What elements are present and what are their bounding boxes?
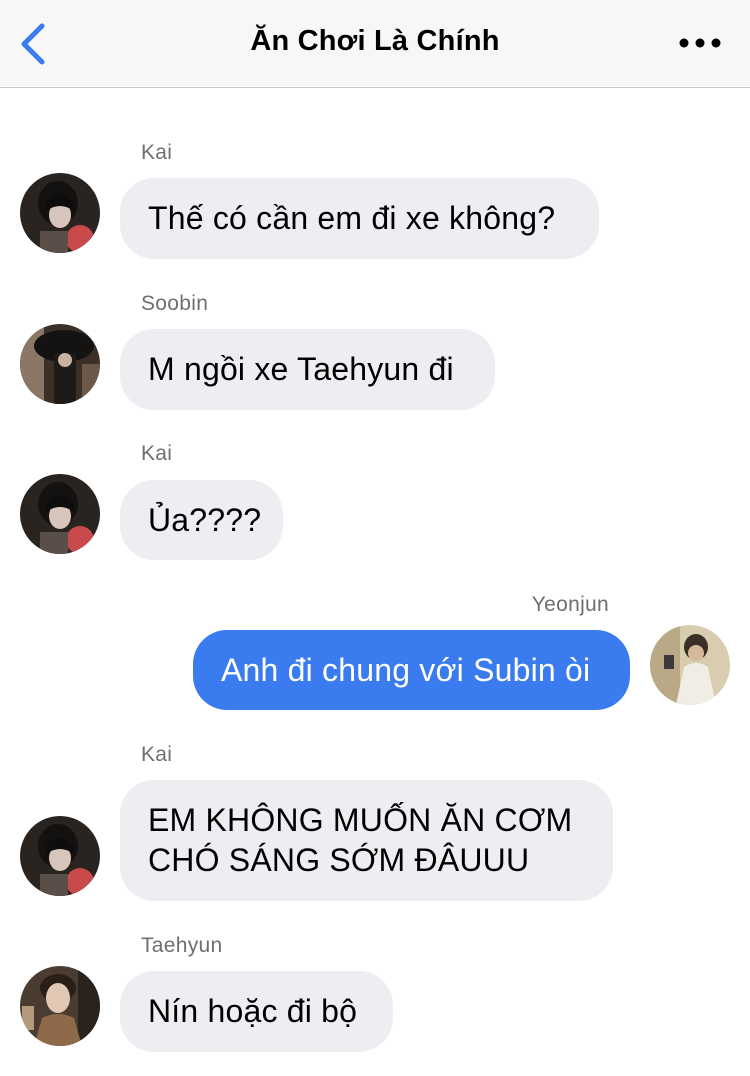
message-text: Anh đi chung với Subin òi (221, 652, 591, 688)
avatar-yeonjun[interactable] (650, 625, 730, 705)
message-text-line: EM KHÔNG MUỐN ĂN CƠM (148, 802, 573, 838)
message-bubble[interactable]: EM KHÔNG MUỐN ĂN CƠM CHÓ SÁNG SỚM ĐÂUUU (120, 780, 613, 901)
chat-screen: Ăn Chơi Là Chính Kai Thế có cần em đi xe… (0, 0, 750, 1076)
avatar-soobin[interactable] (20, 324, 100, 404)
sender-name: Yeonjun (531, 593, 609, 616)
ellipsis-icon (679, 38, 721, 48)
sender-name: Kai (141, 141, 173, 164)
message-text: M ngồi xe Taehyun đi (148, 351, 454, 387)
message-bubble[interactable]: Nín hoặc đi bộ (120, 971, 393, 1052)
avatar-image (20, 324, 100, 404)
conversation-title: Ăn Chơi Là Chính (250, 25, 500, 57)
avatar-image (20, 816, 100, 896)
avatar-taehyun[interactable] (20, 966, 100, 1046)
more-options-button[interactable] (678, 30, 722, 56)
avatar-image (20, 474, 100, 554)
avatar-kai[interactable] (20, 173, 100, 253)
message-bubble[interactable]: Ủa???? (120, 480, 283, 560)
sender-name: Taehyun (141, 934, 223, 957)
sender-name: Kai (141, 743, 173, 766)
avatar-kai[interactable] (20, 474, 100, 554)
avatar-image (20, 966, 100, 1046)
avatar-image (650, 625, 730, 705)
sender-name: Kai (141, 442, 173, 465)
message-text: Ủa???? (148, 502, 262, 538)
message-text: Nín hoặc đi bộ (148, 993, 358, 1029)
navigation-bar: Ăn Chơi Là Chính (0, 0, 750, 88)
avatar-kai[interactable] (20, 816, 100, 896)
message-bubble[interactable]: M ngồi xe Taehyun đi (120, 329, 495, 410)
message-bubble-outgoing[interactable]: Anh đi chung với Subin òi (193, 630, 630, 710)
message-text-line: CHÓ SÁNG SỚM ĐÂUUU (148, 842, 530, 878)
message-text: Thế có cần em đi xe không? (148, 200, 556, 236)
avatar-image (20, 173, 100, 253)
sender-name: Soobin (141, 292, 209, 315)
message-bubble[interactable]: Thế có cần em đi xe không? (120, 178, 599, 259)
